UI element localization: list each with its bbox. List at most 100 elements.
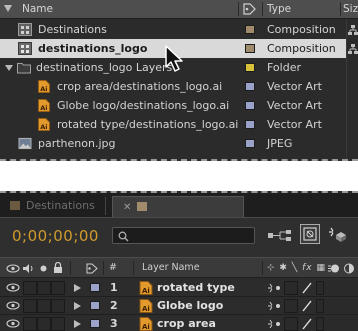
layer-label-swatch[interactable] <box>90 319 100 328</box>
column-size-header[interactable]: Siz <box>343 0 358 18</box>
project-panel: Name Type Siz Destinations Composition d… <box>0 0 358 161</box>
visibility-eye-icon[interactable] <box>6 301 20 310</box>
solo-dot-icon[interactable] <box>40 265 47 272</box>
parent-column-cell[interactable] <box>323 317 358 331</box>
sort-arrow-icon[interactable] <box>4 5 12 13</box>
layer-name[interactable]: crop area <box>157 315 216 331</box>
shy-layers-icon[interactable] <box>328 226 348 244</box>
project-item-type: Composition <box>267 42 336 55</box>
column-type-header[interactable]: Type <box>267 0 291 18</box>
solo-toggle[interactable] <box>37 281 51 295</box>
layer-search-input[interactable] <box>133 229 251 242</box>
lock-toggle[interactable] <box>51 281 65 295</box>
tab-destinations[interactable]: Destinations <box>10 196 95 217</box>
audio-speaker-icon[interactable] <box>22 263 34 274</box>
audio-toggle[interactable] <box>23 281 37 295</box>
project-item-rotated-type[interactable]: Ai rotated type/destinations_logo.ai Vec… <box>0 115 358 134</box>
shy-switch-icon[interactable] <box>268 300 282 312</box>
timeline-tab-bar: Destinations ✕destinations_logo <box>0 193 358 234</box>
disclosure-triangle-open-icon[interactable] <box>5 64 13 72</box>
project-item-name: parthenon.jpg <box>38 137 116 150</box>
current-time-display[interactable]: 0;00;00;00 <box>12 227 99 245</box>
tab-label-swatch <box>10 201 20 210</box>
shy-switch-icon[interactable] <box>268 318 282 330</box>
label-tag-icon[interactable] <box>243 3 256 15</box>
label-color-swatch[interactable] <box>245 139 255 148</box>
svg-text:Ai: Ai <box>40 104 47 112</box>
layer-row-2[interactable]: 2 Ai Globe logo <box>0 297 358 315</box>
network-composition-icon <box>348 44 358 54</box>
timeline-panel: Destinations ✕destinations_logo 0;00;00;… <box>0 191 358 331</box>
adjustment-layer-icon[interactable] <box>343 263 355 274</box>
project-item-type: Composition <box>267 23 336 36</box>
expand-triangle-icon[interactable] <box>74 284 81 292</box>
project-item-destinations[interactable]: Destinations Composition <box>0 20 358 39</box>
label-tag-icon[interactable] <box>86 263 98 274</box>
layer-row-3[interactable]: 3 Ai crop area <box>0 315 358 331</box>
column-name-header[interactable]: Name <box>22 0 53 18</box>
parent-column-cell[interactable] <box>323 281 358 295</box>
label-color-swatch[interactable] <box>245 101 255 110</box>
ai-file-icon: Ai <box>37 99 51 112</box>
project-item-type: Vector Art <box>267 80 322 93</box>
size-column <box>346 19 358 159</box>
label-color-swatch[interactable] <box>245 63 255 72</box>
search-icon <box>118 231 129 242</box>
layer-name-header[interactable]: Layer Name <box>142 258 200 278</box>
project-item-destinations-logo[interactable]: destinations_logo <box>0 39 238 58</box>
layer-name[interactable]: Globe logo <box>157 297 223 315</box>
shy-switch-icon[interactable] <box>268 282 282 294</box>
tab-destinations-logo[interactable]: ✕destinations_logo <box>112 196 244 234</box>
switches-header: ⊹ ✱ ╲ fx ▦ <box>267 263 326 273</box>
lock-toggle[interactable] <box>51 299 65 313</box>
label-color-swatch[interactable] <box>245 44 255 53</box>
project-item-name: Destinations <box>38 23 107 36</box>
draft-3d-button[interactable] <box>300 224 320 244</box>
quality-switch-icon[interactable] <box>300 299 314 313</box>
composition-mini-flowchart-icon[interactable] <box>268 230 292 242</box>
ai-file-icon: Ai <box>37 118 51 131</box>
layer-label-swatch[interactable] <box>90 301 100 310</box>
svg-text:Ai: Ai <box>40 123 47 131</box>
solo-toggle[interactable] <box>37 317 51 331</box>
project-item-name: destinations_logo Layers <box>36 61 173 74</box>
collapse-switch[interactable] <box>284 317 298 331</box>
collapse-switch[interactable] <box>284 299 298 313</box>
visibility-eye-icon[interactable] <box>6 319 20 328</box>
draft-3d-icon <box>303 227 317 241</box>
motion-blur-icon[interactable] <box>328 263 340 274</box>
lock-toggle[interactable] <box>51 317 65 331</box>
project-item-type: Vector Art <box>267 118 322 131</box>
svg-text:Ai: Ai <box>142 287 150 295</box>
layer-name[interactable]: rotated type <box>157 279 235 297</box>
expand-triangle-icon[interactable] <box>74 320 81 328</box>
layer-search-box[interactable] <box>112 227 255 244</box>
project-item-destinations-logo-meta[interactable]: Composition <box>238 39 358 58</box>
ai-file-icon: Ai <box>139 281 153 295</box>
project-item-crop-area[interactable]: Ai crop area/destinations_logo.ai Vector… <box>0 77 358 96</box>
audio-toggle[interactable] <box>23 317 37 331</box>
audio-toggle[interactable] <box>23 299 37 313</box>
visibility-eye-icon[interactable] <box>6 283 20 292</box>
project-item-type: Folder <box>267 61 301 74</box>
layer-label-swatch[interactable] <box>90 283 100 292</box>
layer-row-1[interactable]: 1 Ai rotated type <box>0 279 358 297</box>
project-item-name: rotated type/destinations_logo.ai <box>57 118 239 131</box>
parent-column-cell[interactable] <box>323 299 358 313</box>
label-color-swatch[interactable] <box>245 120 255 129</box>
collapse-switch[interactable] <box>284 281 298 295</box>
label-color-swatch[interactable] <box>245 25 255 34</box>
layer-number-header[interactable]: # <box>109 258 117 278</box>
solo-toggle[interactable] <box>37 299 51 313</box>
project-item-globe-logo[interactable]: Ai Globe logo/destinations_logo.ai Vecto… <box>0 96 358 115</box>
project-item-parthenon[interactable]: parthenon.jpg JPEG <box>0 134 358 153</box>
project-item-name: Globe logo/destinations_logo.ai <box>57 99 230 112</box>
lock-icon[interactable] <box>53 262 63 274</box>
quality-switch-icon[interactable] <box>300 281 314 295</box>
close-tab-icon[interactable]: ✕ <box>123 202 131 213</box>
expand-triangle-icon[interactable] <box>74 302 81 310</box>
video-eye-icon[interactable] <box>6 264 20 273</box>
quality-switch-icon[interactable] <box>300 317 314 331</box>
image-file-icon <box>18 137 32 150</box>
label-color-swatch[interactable] <box>245 82 255 91</box>
